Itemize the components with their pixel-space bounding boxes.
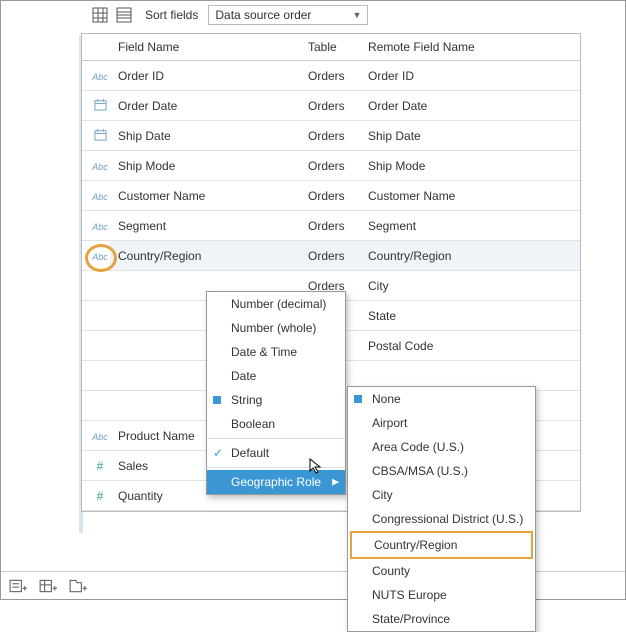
remote-field-cell: Postal Code	[360, 331, 580, 361]
table-cell: Orders	[300, 241, 360, 271]
geo-role-submenu[interactable]: NoneAirportArea Code (U.S.)CBSA/MSA (U.S…	[347, 386, 536, 632]
geo-menu-item[interactable]: Congressional District (U.S.)	[348, 507, 535, 531]
grid-view-icon[interactable]	[91, 6, 109, 24]
string-type-icon[interactable]: Abc	[90, 432, 110, 442]
geo-menu-item[interactable]: Country/Region	[350, 531, 533, 559]
remote-field-cell: Customer Name	[360, 181, 580, 211]
remote-field-cell: State	[360, 301, 580, 331]
table-row[interactable]: AbcCountry/RegionOrdersCountry/Region	[82, 241, 580, 271]
table-cell: Orders	[300, 181, 360, 211]
sort-fields-value: Data source order	[215, 8, 311, 22]
remote-field-cell: Order ID	[360, 61, 580, 91]
field-name-cell[interactable]: Customer Name	[110, 181, 300, 211]
chevron-down-icon: ▼	[352, 10, 361, 20]
table-row[interactable]: AbcSegmentOrdersSegment	[82, 211, 580, 241]
geo-menu-item[interactable]: CBSA/MSA (U.S.)	[348, 459, 535, 483]
table-cell: Orders	[300, 211, 360, 241]
number-type-icon[interactable]: #	[90, 489, 110, 503]
geo-menu-item[interactable]: NUTS Europe	[348, 583, 535, 607]
string-type-icon[interactable]: Abc	[90, 222, 110, 232]
type-menu-item[interactable]: Number (whole)	[207, 316, 345, 340]
submenu-arrow-icon: ▶	[332, 477, 339, 488]
new-story-icon[interactable]	[69, 577, 87, 595]
string-type-icon[interactable]: Abc	[90, 192, 110, 202]
field-name-cell[interactable]: Segment	[110, 211, 300, 241]
table-row[interactable]: Ship DateOrdersShip Date	[82, 121, 580, 151]
string-type-icon[interactable]: Abc	[90, 162, 110, 172]
type-menu-default[interactable]: Default	[207, 441, 345, 465]
table-row[interactable]: AbcShip ModeOrdersShip Mode	[82, 151, 580, 181]
col-remote-field-name[interactable]: Remote Field Name	[360, 34, 580, 61]
date-type-icon[interactable]	[90, 98, 110, 113]
type-menu-item[interactable]: Date & Time	[207, 340, 345, 364]
table-cell: Orders	[300, 61, 360, 91]
table-row[interactable]: Order DateOrdersOrder Date	[82, 91, 580, 121]
string-type-icon[interactable]: Abc	[90, 252, 110, 262]
sort-fields-label: Sort fields	[145, 8, 198, 22]
toolbar: Sort fields Data source order ▼	[1, 1, 625, 29]
type-menu-item[interactable]: Date	[207, 364, 345, 388]
geo-menu-item[interactable]: Airport	[348, 411, 535, 435]
field-name-cell[interactable]: Order Date	[110, 91, 300, 121]
geo-menu-item[interactable]: None	[348, 387, 535, 411]
remote-field-cell: Ship Date	[360, 121, 580, 151]
new-worksheet-icon[interactable]	[39, 577, 57, 595]
sort-fields-select[interactable]: Data source order ▼	[208, 5, 368, 25]
field-name-cell[interactable]: Ship Mode	[110, 151, 300, 181]
geo-menu-item[interactable]: County	[348, 559, 535, 583]
field-name-cell[interactable]: Order ID	[110, 61, 300, 91]
remote-field-cell: Country/Region	[360, 241, 580, 271]
table-row[interactable]: AbcCustomer NameOrdersCustomer Name	[82, 181, 580, 211]
table-row[interactable]: AbcOrder IDOrdersOrder ID	[82, 61, 580, 91]
table-cell: Orders	[300, 121, 360, 151]
field-name-cell[interactable]: Ship Date	[110, 121, 300, 151]
table-header-row: Field Name Table Remote Field Name	[82, 34, 580, 61]
field-name-cell[interactable]: Country/Region	[110, 241, 300, 271]
type-menu-item[interactable]: Boolean	[207, 412, 345, 436]
type-menu-item[interactable]: Number (decimal)	[207, 292, 345, 316]
remote-field-cell: Segment	[360, 211, 580, 241]
table-cell: Orders	[300, 91, 360, 121]
col-field-name[interactable]: Field Name	[110, 34, 300, 61]
date-type-icon[interactable]	[90, 128, 110, 143]
geo-menu-item[interactable]: State/Province	[348, 607, 535, 631]
type-context-menu[interactable]: Number (decimal)Number (whole)Date & Tim…	[206, 291, 346, 495]
geo-menu-item[interactable]: City	[348, 483, 535, 507]
new-datasource-icon[interactable]	[9, 577, 27, 595]
remote-field-cell: Order Date	[360, 91, 580, 121]
remote-field-cell: Ship Mode	[360, 151, 580, 181]
table-cell: Orders	[300, 151, 360, 181]
remote-field-cell: City	[360, 271, 580, 301]
geo-menu-item[interactable]: Area Code (U.S.)	[348, 435, 535, 459]
string-type-icon[interactable]: Abc	[90, 72, 110, 82]
number-type-icon[interactable]: #	[90, 459, 110, 473]
list-view-icon[interactable]	[115, 6, 133, 24]
type-menu-geographic-role[interactable]: Geographic Role▶	[207, 470, 345, 494]
type-menu-item[interactable]: String	[207, 388, 345, 412]
col-table[interactable]: Table	[300, 34, 360, 61]
